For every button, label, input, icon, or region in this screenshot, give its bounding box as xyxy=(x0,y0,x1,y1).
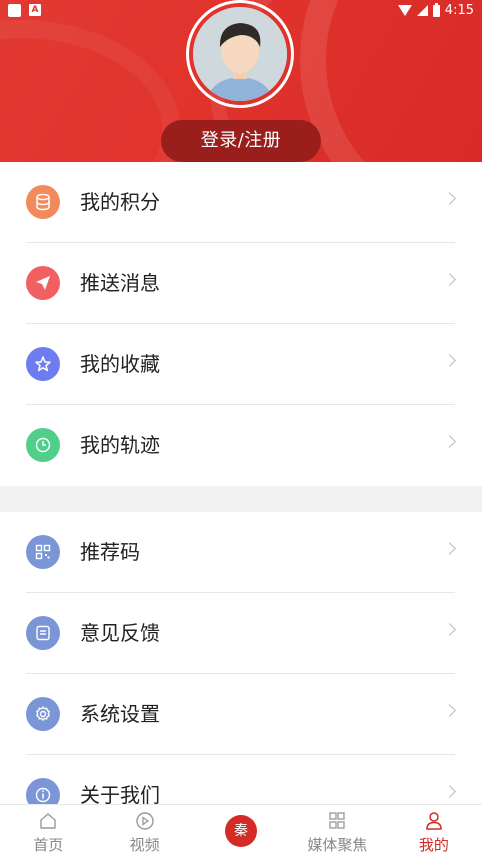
a-badge-icon: A xyxy=(29,4,41,16)
info-icon xyxy=(26,778,60,804)
clock-icon xyxy=(26,428,60,462)
battery-icon xyxy=(432,2,440,17)
signal-icon xyxy=(416,5,428,16)
coins-icon xyxy=(26,185,60,219)
star-icon xyxy=(26,347,60,381)
tab-label: 媒体聚焦 xyxy=(307,836,368,854)
login-register-button[interactable]: 登录/注册 xyxy=(161,120,321,162)
center-logo-icon: 秦 xyxy=(225,815,258,847)
avatar[interactable] xyxy=(193,7,287,101)
chevron-right-icon xyxy=(443,704,456,717)
gear-icon xyxy=(26,697,60,731)
menu-item-history[interactable]: 我的轨迹 xyxy=(0,405,482,486)
menu-item-label: 推送消息 xyxy=(80,271,160,295)
chevron-right-icon xyxy=(443,192,456,205)
menu-item-about-us[interactable]: 关于我们 xyxy=(0,755,482,804)
chevron-right-icon xyxy=(443,354,456,367)
play-icon xyxy=(135,812,154,830)
chevron-right-icon xyxy=(443,785,456,798)
profile-header: A 4:15 登录/注册 xyxy=(0,0,482,162)
menu-item-label: 意见反馈 xyxy=(80,621,160,645)
qr-code-icon xyxy=(26,535,60,569)
menu-group-primary: 我的积分 推送消息 我的收藏 我的轨迹 xyxy=(0,162,482,486)
tab-label: 我的 xyxy=(418,836,449,854)
chevron-right-icon xyxy=(443,273,456,286)
chevron-right-icon xyxy=(443,435,456,448)
menu-item-label: 推荐码 xyxy=(80,540,140,564)
menu-item-favorites[interactable]: 我的收藏 xyxy=(0,324,482,405)
tab-center-logo[interactable]: 秦 xyxy=(193,805,289,856)
menu-item-referral-code[interactable]: 推荐码 xyxy=(0,512,482,593)
tab-home[interactable]: 首页 xyxy=(0,805,96,856)
send-icon xyxy=(26,266,60,300)
status-time: 4:15 xyxy=(444,3,474,18)
tab-video[interactable]: 视频 xyxy=(96,805,192,856)
menu-item-feedback[interactable]: 意见反馈 xyxy=(0,593,482,674)
header-decoration xyxy=(0,20,180,162)
grid-icon xyxy=(329,812,346,829)
home-icon xyxy=(40,813,56,829)
user-icon xyxy=(426,812,442,830)
menu-item-push-messages[interactable]: 推送消息 xyxy=(0,243,482,324)
menu-item-settings[interactable]: 系统设置 xyxy=(0,674,482,755)
tab-label: 首页 xyxy=(33,836,64,854)
notification-icon xyxy=(8,4,21,17)
feedback-icon xyxy=(26,616,60,650)
menu-item-label: 关于我们 xyxy=(80,783,160,804)
menu-item-points[interactable]: 我的积分 xyxy=(0,162,482,243)
chevron-right-icon xyxy=(443,542,456,555)
chevron-right-icon xyxy=(443,623,456,636)
wifi-icon xyxy=(397,5,412,16)
menu-item-label: 我的收藏 xyxy=(80,352,160,376)
menu-item-label: 我的积分 xyxy=(80,190,160,214)
bottom-navigation: 首页 视频 秦 媒体聚焦 我的 xyxy=(0,804,482,856)
tab-media-focus[interactable]: 媒体聚焦 xyxy=(289,805,385,856)
menu-item-label: 系统设置 xyxy=(80,702,160,726)
menu-item-label: 我的轨迹 xyxy=(80,433,160,457)
tab-label: 视频 xyxy=(129,836,160,854)
menu-group-secondary: 推荐码 意见反馈 系统设置 关于我们 xyxy=(0,512,482,804)
tab-mine[interactable]: 我的 xyxy=(386,805,482,856)
